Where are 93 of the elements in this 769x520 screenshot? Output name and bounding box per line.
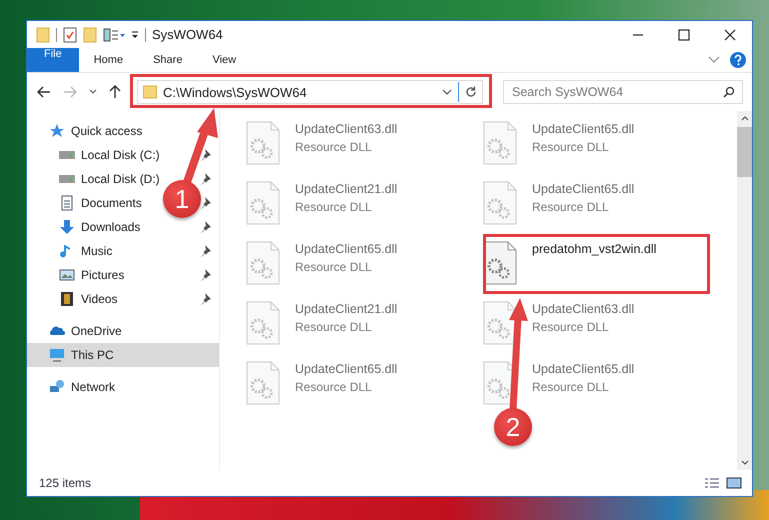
network-icon bbox=[49, 379, 65, 395]
file-item[interactable]: UpdateClient21.dll Resource DLL bbox=[246, 301, 398, 345]
file-type: Resource DLL bbox=[532, 140, 610, 154]
ribbon-tab[interactable]: View bbox=[197, 48, 252, 72]
pin-icon[interactable] bbox=[199, 221, 211, 233]
gear-file-icon bbox=[483, 301, 517, 345]
scrollbar[interactable] bbox=[737, 111, 752, 470]
file-name: UpdateClient21.dll bbox=[295, 182, 398, 196]
gear-file-icon bbox=[483, 241, 517, 285]
gear-file-icon bbox=[246, 121, 280, 165]
drive-icon bbox=[59, 175, 75, 183]
pin-icon[interactable] bbox=[199, 149, 211, 161]
gear-file-icon bbox=[246, 361, 280, 405]
scroll-thumb[interactable] bbox=[737, 127, 752, 177]
file-item[interactable]: UpdateClient65.dll Resource DLL bbox=[483, 181, 634, 225]
video-icon bbox=[59, 291, 75, 307]
computer-icon bbox=[49, 347, 65, 363]
file-type: Resource DLL bbox=[295, 320, 373, 334]
file-name: predatohm_vst2win.dll bbox=[532, 242, 656, 256]
close-icon[interactable] bbox=[724, 28, 736, 40]
chevron-icon[interactable] bbox=[442, 89, 452, 95]
nav-item[interactable]: Local Disk (C:) bbox=[59, 148, 160, 162]
file-type: Resource DLL bbox=[532, 200, 610, 214]
gear-file-icon bbox=[246, 181, 280, 225]
file-item[interactable]: UpdateClient65.dll Resource DLL bbox=[246, 241, 398, 285]
gear-file-icon bbox=[246, 301, 280, 345]
chevron-icon[interactable] bbox=[89, 89, 97, 95]
folder-icon bbox=[143, 85, 157, 99]
search-icon[interactable] bbox=[723, 86, 735, 98]
back-arrow-icon[interactable] bbox=[37, 86, 51, 98]
pin-icon[interactable] bbox=[199, 293, 211, 305]
file-type: Resource DLL bbox=[295, 200, 373, 214]
file-item[interactable]: UpdateClient65.dll Resource DLL bbox=[483, 121, 634, 165]
star-icon bbox=[49, 123, 65, 139]
nav-item[interactable]: OneDrive bbox=[49, 323, 122, 339]
picture-icon bbox=[59, 267, 75, 283]
gear-file-icon bbox=[483, 121, 517, 165]
gear-file-icon bbox=[483, 181, 517, 225]
file-name: UpdateClient63.dll bbox=[532, 302, 634, 316]
up-arrow-icon[interactable] bbox=[109, 85, 121, 99]
pin-icon[interactable] bbox=[199, 173, 211, 185]
file-item[interactable]: UpdateClient63.dll Resource DLL bbox=[483, 301, 634, 345]
refresh-icon[interactable] bbox=[465, 86, 477, 98]
help-icon[interactable] bbox=[730, 52, 746, 68]
nav-item[interactable]: Local Disk (D:) bbox=[59, 172, 160, 186]
properties-icon[interactable] bbox=[63, 26, 77, 42]
file-name: UpdateClient65.dll bbox=[532, 182, 634, 196]
nav-item[interactable]: Videos bbox=[59, 291, 118, 307]
file-item[interactable]: UpdateClient63.dll Resource DLL bbox=[246, 121, 398, 165]
pin-icon[interactable] bbox=[199, 269, 211, 281]
nav-item[interactable]: Documents bbox=[59, 195, 142, 211]
file-item[interactable]: predatohm_vst2win.dll bbox=[483, 241, 656, 285]
file-menu-button[interactable]: File bbox=[27, 48, 79, 72]
file-name: UpdateClient65.dll bbox=[295, 242, 398, 256]
download-icon bbox=[59, 219, 75, 235]
ribbon-tab[interactable]: Home bbox=[78, 48, 138, 72]
file-item[interactable]: UpdateClient21.dll Resource DLL bbox=[246, 181, 398, 225]
pin-icon[interactable] bbox=[199, 197, 211, 209]
nav-item[interactable]: This PC bbox=[49, 347, 114, 363]
drive-icon bbox=[59, 151, 75, 159]
window-title: SysWOW64 bbox=[152, 27, 223, 42]
file-item[interactable]: UpdateClient65.dll Resource DLL bbox=[483, 361, 634, 405]
ribbon-tab[interactable]: Share bbox=[138, 48, 198, 72]
file-type: Resource DLL bbox=[295, 140, 373, 154]
nav-item[interactable]: Network bbox=[49, 379, 116, 395]
file-name: UpdateClient21.dll bbox=[295, 302, 398, 316]
nav-item[interactable]: Pictures bbox=[59, 267, 124, 283]
file-type: Resource DLL bbox=[295, 380, 373, 394]
file-type: Resource DLL bbox=[532, 320, 610, 334]
dropdown-icon[interactable] bbox=[131, 30, 139, 40]
file-name: UpdateClient65.dll bbox=[532, 362, 634, 376]
file-item[interactable]: UpdateClient65.dll Resource DLL bbox=[246, 361, 398, 405]
address-bar[interactable]: C:\Windows\SysWOW64 bbox=[137, 80, 483, 104]
nav-item[interactable]: Downloads bbox=[59, 219, 140, 235]
file-name: UpdateClient65.dll bbox=[532, 122, 634, 136]
scroll-up-icon[interactable] bbox=[740, 115, 748, 121]
address-path: C:\Windows\SysWOW64 bbox=[163, 84, 308, 100]
document-icon bbox=[59, 195, 75, 211]
layout-icon[interactable] bbox=[103, 28, 125, 42]
large-icons-view-icon[interactable] bbox=[726, 477, 742, 489]
file-name: UpdateClient65.dll bbox=[295, 362, 398, 376]
scroll-down-icon[interactable] bbox=[740, 460, 748, 466]
pin-icon[interactable] bbox=[199, 245, 211, 257]
nav-item[interactable]: Music bbox=[59, 243, 112, 259]
details-view-icon[interactable] bbox=[704, 477, 720, 489]
item-count: 125 items bbox=[39, 476, 92, 490]
file-name: UpdateClient63.dll bbox=[295, 122, 398, 136]
file-type: Resource DLL bbox=[532, 380, 610, 394]
search-field[interactable]: Search SysWOW64 bbox=[503, 80, 743, 104]
file-type: Resource DLL bbox=[295, 260, 373, 274]
gear-file-icon bbox=[246, 241, 280, 285]
maximize-icon[interactable] bbox=[678, 28, 690, 40]
nav-item[interactable]: Quick access bbox=[49, 123, 142, 139]
